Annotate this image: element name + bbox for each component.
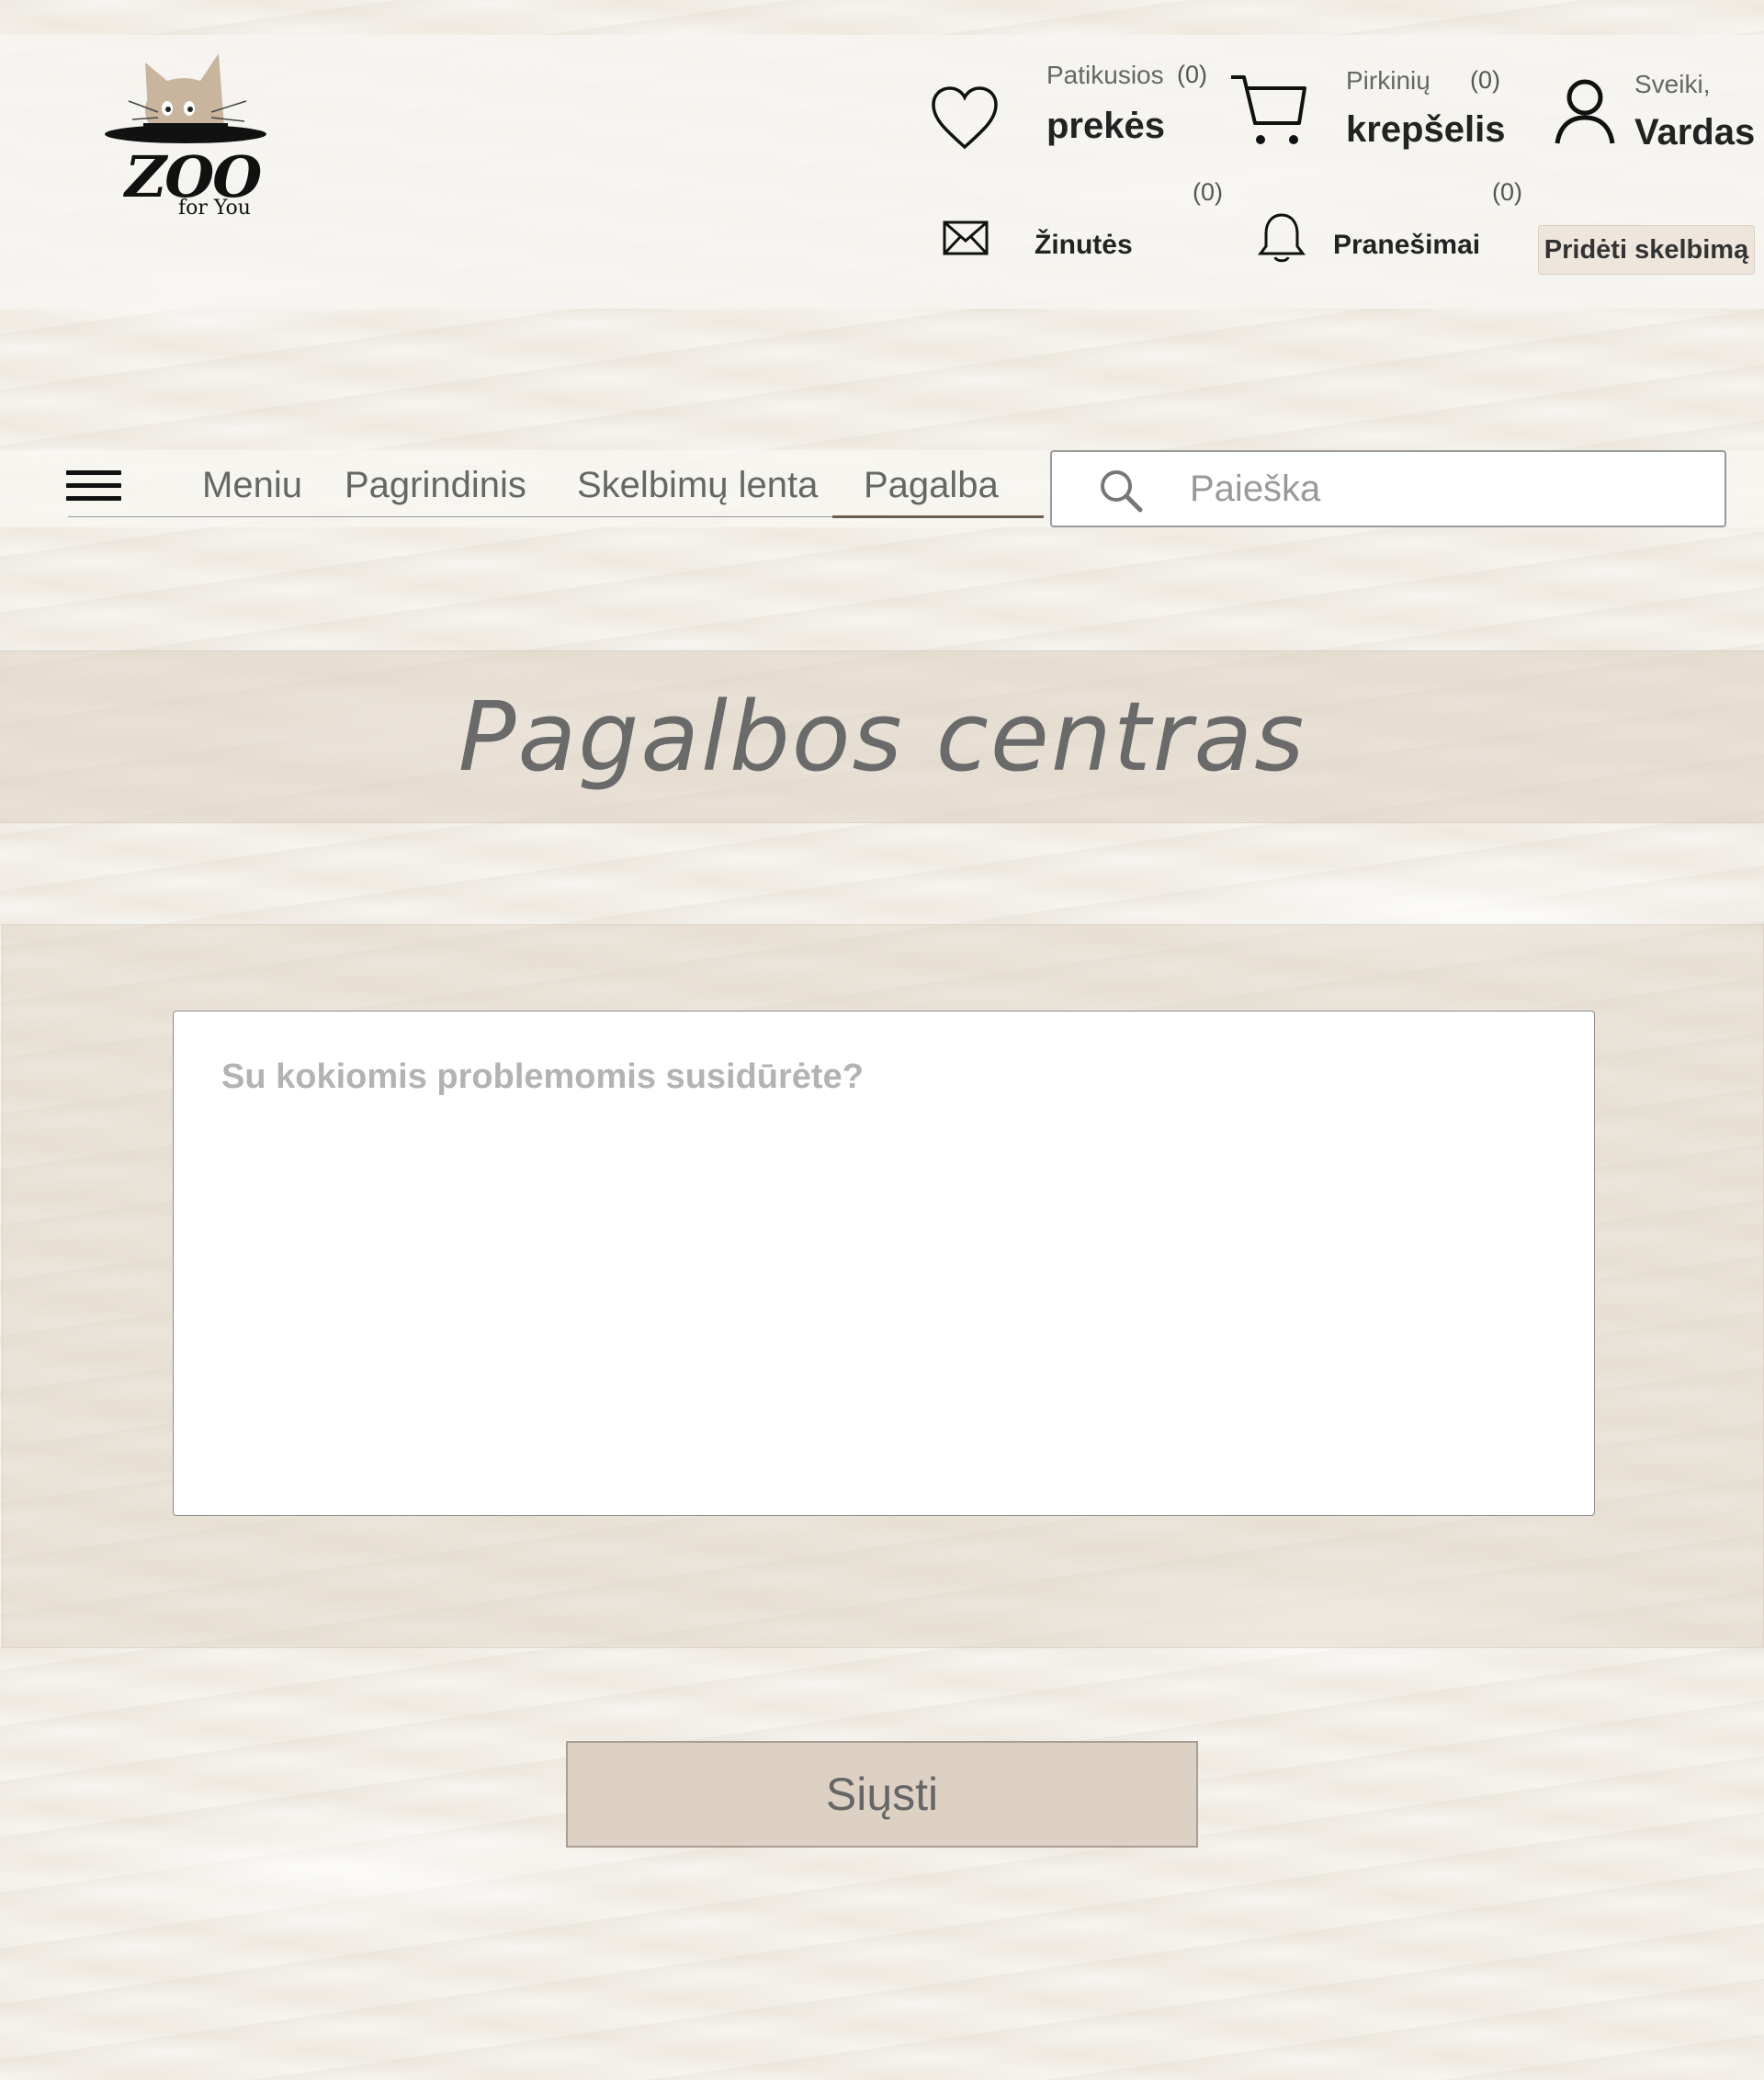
problem-description-textarea[interactable] (173, 1011, 1595, 1516)
notifications-count: (0) (1492, 178, 1522, 206)
nav-item-meniu[interactable]: Meniu (202, 465, 302, 506)
envelope-icon[interactable] (943, 220, 989, 255)
nav-item-pagalba[interactable]: Pagalba (864, 465, 999, 506)
send-button[interactable]: Siųsti (566, 1741, 1198, 1848)
notifications-label: Pranešimai (1333, 230, 1481, 260)
bell-icon[interactable] (1257, 211, 1306, 265)
user-icon[interactable] (1553, 77, 1617, 147)
hamburger-menu-icon[interactable] (66, 470, 121, 507)
search-input[interactable] (1190, 461, 1704, 516)
page-title-band: Pagalbos centras (0, 650, 1764, 823)
favorites-count: (0) (1177, 61, 1207, 88)
nav-active-indicator (832, 515, 1044, 518)
help-form-panel (2, 924, 1764, 1648)
cart-small-label: Pirkinių (1346, 66, 1430, 95)
cart-icon[interactable] (1227, 70, 1310, 153)
nav-item-pagrindinis[interactable]: Pagrindinis (345, 465, 526, 506)
favorites-small-label: Patikusios (1046, 61, 1164, 89)
page-title: Pagalbos centras (458, 681, 1306, 793)
zoo-logo[interactable]: ZOO for You (101, 44, 266, 228)
cart-count: (0) (1470, 66, 1500, 94)
nav-divider (68, 516, 832, 517)
messages-count: (0) (1193, 178, 1223, 206)
user-name: Vardas (1634, 112, 1756, 153)
nav-item-skelbimu-lenta[interactable]: Skelbimų lenta (577, 465, 818, 506)
cart-big-label: krepšelis (1346, 109, 1506, 150)
user-greeting: Sveiki, (1634, 70, 1711, 98)
messages-label: Žinutės (1035, 230, 1133, 260)
site-header: ZOO for You Patikusios (0) prekės Pirkin… (0, 35, 1764, 309)
search-box[interactable] (1050, 450, 1726, 527)
search-icon[interactable] (1098, 468, 1144, 514)
favorites-big-label: prekės (1046, 106, 1165, 146)
heart-icon[interactable] (928, 83, 1001, 156)
add-ad-button[interactable]: Pridėti skelbimą (1538, 225, 1755, 275)
logo-tagline: for You (178, 197, 251, 220)
